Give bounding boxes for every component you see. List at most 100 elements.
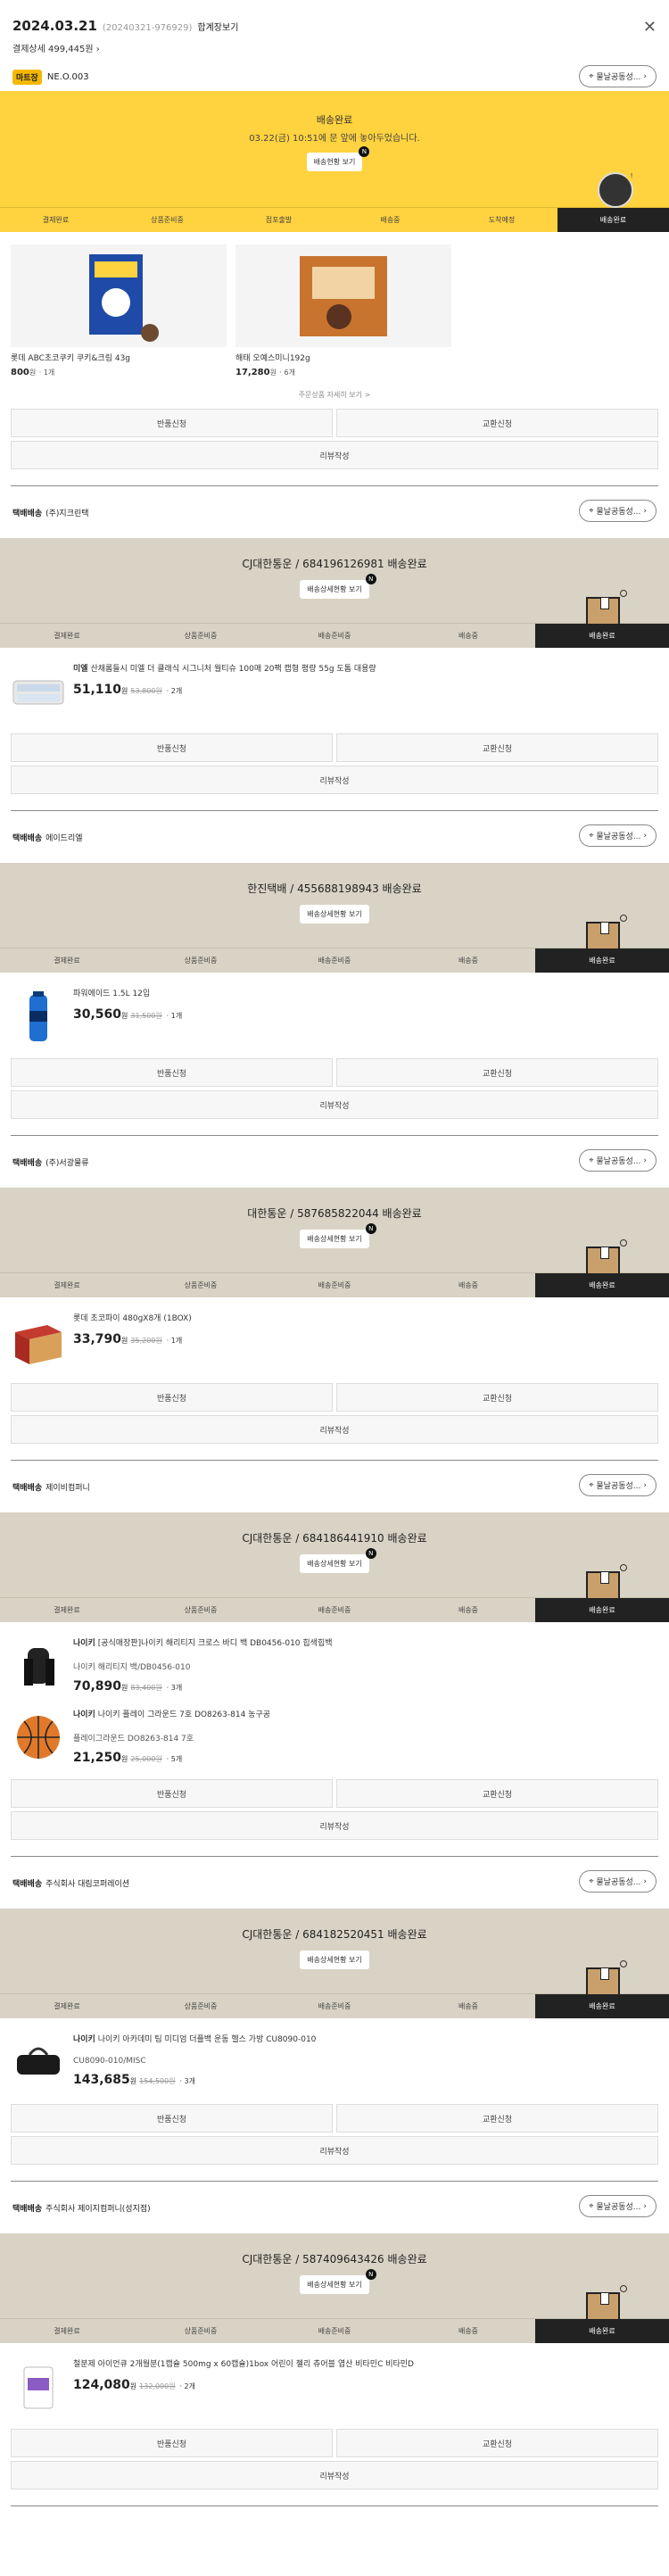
- tracking-detail-button[interactable]: 배송상세현황 보기 N: [300, 1223, 376, 1248]
- cookie-box-icon: [11, 244, 227, 347]
- return-location-button[interactable]: ⌖ 물날공동성... ›: [579, 1474, 657, 1496]
- exchange-button[interactable]: 교환신청: [336, 733, 658, 762]
- wipes-icon: [11, 664, 66, 719]
- mart-row: 마트장 NE.O.003 ⌖ 물날공동성... ›: [0, 62, 669, 91]
- return-location-button[interactable]: ⌖ 물날공동성... ›: [579, 2195, 657, 2217]
- delivery-step: 결제완료: [42, 216, 70, 224]
- seller-name: 주식회사 대림코퍼레이션: [45, 1879, 130, 1889]
- return-location-button[interactable]: ⌖ 물날공동성... ›: [579, 1870, 657, 1893]
- order-item[interactable]: 철분제 아이언큐 2개월분(1캡슐 500mg x 60캡슐)1box 어린이 …: [0, 2343, 669, 2414]
- delivery-step: 배송중: [458, 1281, 479, 1289]
- delivery-step: 상품준비중: [184, 957, 218, 965]
- return-button[interactable]: 반품신청: [11, 1779, 333, 1808]
- review-button[interactable]: 리뷰작성: [11, 441, 658, 469]
- delivery-steps: 결제완료 상품준비중 배송준비중 배송중 배송완료: [0, 2285, 669, 2343]
- order-item[interactable]: 롯데 초코파이 480gX8개 (1BOX) 33,790원 35,200원 · 1…: [0, 1297, 669, 1369]
- delivery-step: 배송완료: [535, 1273, 669, 1297]
- parcel-box-icon: [586, 2285, 627, 2321]
- delivery-status-button[interactable]: 배송현황 보기 N: [306, 146, 370, 171]
- delivery-step: 배송완료: [535, 2319, 669, 2343]
- shipment-section: 택배배송 주식회사 제이지컴퍼니(성지점) ⌖ 물날공동성... › CJ대한통운 / …: [0, 2182, 669, 2506]
- delivery-step: 배송완료: [558, 208, 669, 232]
- delivery-steps: 결제완료 상품준비중 배송준비중 배송중 배송완료: [0, 590, 669, 648]
- exchange-button[interactable]: 교환신청: [336, 2429, 658, 2457]
- close-icon[interactable]: ✕: [643, 18, 657, 37]
- payment-detail-link[interactable]: 결제상세 499,445원 ›: [12, 41, 657, 54]
- return-button[interactable]: 반품신청: [11, 2104, 333, 2133]
- bottle-icon: [11, 989, 66, 1044]
- review-button[interactable]: 리뷰작성: [11, 2136, 658, 2165]
- return-location-button[interactable]: ⌖ 물날공동성... ›: [579, 65, 657, 87]
- delivery-steps: 결제완료 상품준비중 배송준비중 배송중 배송완료: [0, 1564, 669, 1622]
- mart-product-card[interactable]: 롯데 ABC초코쿠키 쿠키&크림 43g 800원 · 1개: [11, 244, 227, 377]
- mart-store: NE.O.003: [46, 71, 89, 82]
- review-button[interactable]: 리뷰작성: [11, 1415, 658, 1444]
- return-location-button[interactable]: ⌖ 물날공동성... ›: [579, 1149, 657, 1172]
- seller-header: 택배배송 (주)지크린택 ⌖ 물날공동성... ›: [0, 486, 669, 538]
- delivery-step: 배송준비중: [318, 632, 351, 640]
- review-button[interactable]: 리뷰작성: [11, 766, 658, 794]
- order-header: 2024.03.21 (20240321-976929) 합계장보기 결제상세 …: [0, 0, 669, 62]
- mart-status-banner: 배송완료 03.22(금) 10:51에 문 앞에 놓아두었습니다. 배송현황 …: [0, 91, 669, 207]
- location-icon: ⌖: [589, 1155, 594, 1165]
- delivery-kind: 택배배송: [12, 1483, 43, 1493]
- location-icon: ⌖: [589, 1480, 594, 1490]
- delivery-step: 배송중: [458, 957, 479, 965]
- delivery-kind: 택배배송: [12, 1158, 43, 1168]
- seller-header: 택배배송 에이드리엘 ⌖ 물날공동성... ›: [0, 811, 669, 863]
- parcel-box-icon: [586, 590, 627, 625]
- exchange-button[interactable]: 교환신청: [336, 2104, 658, 2133]
- return-button[interactable]: 반품신청: [11, 1058, 333, 1087]
- delivery-step: 배송중: [458, 1606, 479, 1614]
- shipment-section: 택배배송 에이드리엘 ⌖ 물날공동성... › 한진택배 / 455688198943 …: [0, 811, 669, 1136]
- order-item[interactable]: 파워에이드 1.5L 12입 30,560원 31,500원 · 1개: [0, 973, 669, 1044]
- badge-icon: N: [365, 574, 376, 584]
- tracking-detail-button[interactable]: 배송상세현황 보기 N: [300, 574, 376, 599]
- tracking-info: CJ대한통운 / 587409643426 배송완료: [242, 2253, 427, 2265]
- review-button[interactable]: 리뷰작성: [11, 1090, 658, 1119]
- location-icon: ⌖: [589, 831, 594, 841]
- item-name: 파워에이드 1.5L 12입: [73, 990, 151, 998]
- delivery-step: 상품준비중: [184, 1606, 218, 1614]
- shipment-section: 택배배송 제이비컴퍼니 ⌖ 물날공동성... › CJ대한통운 / 6841864419…: [0, 1461, 669, 1857]
- item-price: 70,890원 83,400원 · 3개: [73, 1678, 183, 1694]
- delivery-steps: 결제완료 상품준비중 배송준비중 배송중 배송완료: [0, 1960, 669, 2018]
- tracking-detail-button[interactable]: 배송상세현황 보기 N: [300, 1548, 376, 1573]
- delivery-step: 결제완료: [54, 957, 80, 965]
- return-button[interactable]: 반품신청: [11, 2429, 333, 2457]
- badge-icon: N: [359, 146, 370, 157]
- product-name: 롯데 ABC초코쿠키 쿠키&크림 43g: [11, 354, 131, 363]
- order-item[interactable]: 미엘 산채롬들시 미엘 더 클래식 시그니처 월티슈 100매 20팩 캡형 평…: [0, 648, 669, 719]
- location-icon: ⌖: [589, 1876, 594, 1886]
- return-button[interactable]: 반품신청: [11, 1383, 333, 1412]
- parcel-box-icon: [586, 1564, 627, 1600]
- return-location-button[interactable]: ⌖ 물날공동성... ›: [579, 824, 657, 847]
- more-products-link[interactable]: 주문상품 자세히 보기 >: [0, 377, 669, 409]
- return-button[interactable]: 반품신청: [11, 409, 333, 437]
- location-icon: ⌖: [589, 2201, 594, 2211]
- item-name: 나이키 나이키 아카데미 팀 미디엄 더플백 운동 헬스 가방 CU8090-0…: [73, 2035, 317, 2044]
- order-item[interactable]: 나이키 나이키 아카데미 팀 미디엄 더플백 운동 헬스 가방 CU8090-0…: [0, 2018, 669, 2090]
- return-location-button[interactable]: ⌖ 물날공동성... ›: [579, 500, 657, 522]
- exchange-button[interactable]: 교환신청: [336, 1058, 658, 1087]
- item-name: 미엘 산채롬들시 미엘 더 클래식 시그니처 월티슈 100매 20팩 캡형 평…: [73, 665, 376, 674]
- tracking-detail-button[interactable]: 배송상세현황 보기: [300, 905, 369, 924]
- return-button[interactable]: 반품신청: [11, 733, 333, 762]
- item-option: CU8090-010/MISC: [73, 2056, 146, 2066]
- exchange-button[interactable]: 교환신청: [336, 1779, 658, 1808]
- delivery-message: 03.22(금) 10:51에 문 앞에 놓아두었습니다.: [249, 134, 420, 144]
- delivery-step: 배송준비중: [318, 2327, 351, 2335]
- mart-products: 롯데 ABC초코쿠키 쿠키&크림 43g 800원 · 1개 해태 오예스미니192…: [0, 232, 669, 377]
- seller-name: (주)지크린택: [45, 509, 89, 518]
- mart-product-card[interactable]: 해태 오예스미니192g 17,280원 · 6개: [235, 244, 451, 377]
- order-item[interactable]: 나이키 [공식매장판]나이키 해리티지 크로스 바디 백 DB0456-010 …: [0, 1622, 669, 1694]
- exchange-button[interactable]: 교환신청: [336, 409, 658, 437]
- review-button[interactable]: 리뷰작성: [11, 2461, 658, 2489]
- parcel-box-icon: [586, 1960, 627, 1996]
- supplement-icon: [11, 2359, 66, 2414]
- tracking-detail-button[interactable]: 배송상세현황 보기 N: [300, 2269, 376, 2294]
- tracking-detail-button[interactable]: 배송상세현황 보기: [300, 1951, 369, 1969]
- exchange-button[interactable]: 교환신청: [336, 1383, 658, 1412]
- review-button[interactable]: 리뷰작성: [11, 1811, 658, 1840]
- order-item[interactable]: 나이키 나이키 플레이 그라운드 7호 DO8263-814 농구공 플레이그라운…: [0, 1694, 669, 1765]
